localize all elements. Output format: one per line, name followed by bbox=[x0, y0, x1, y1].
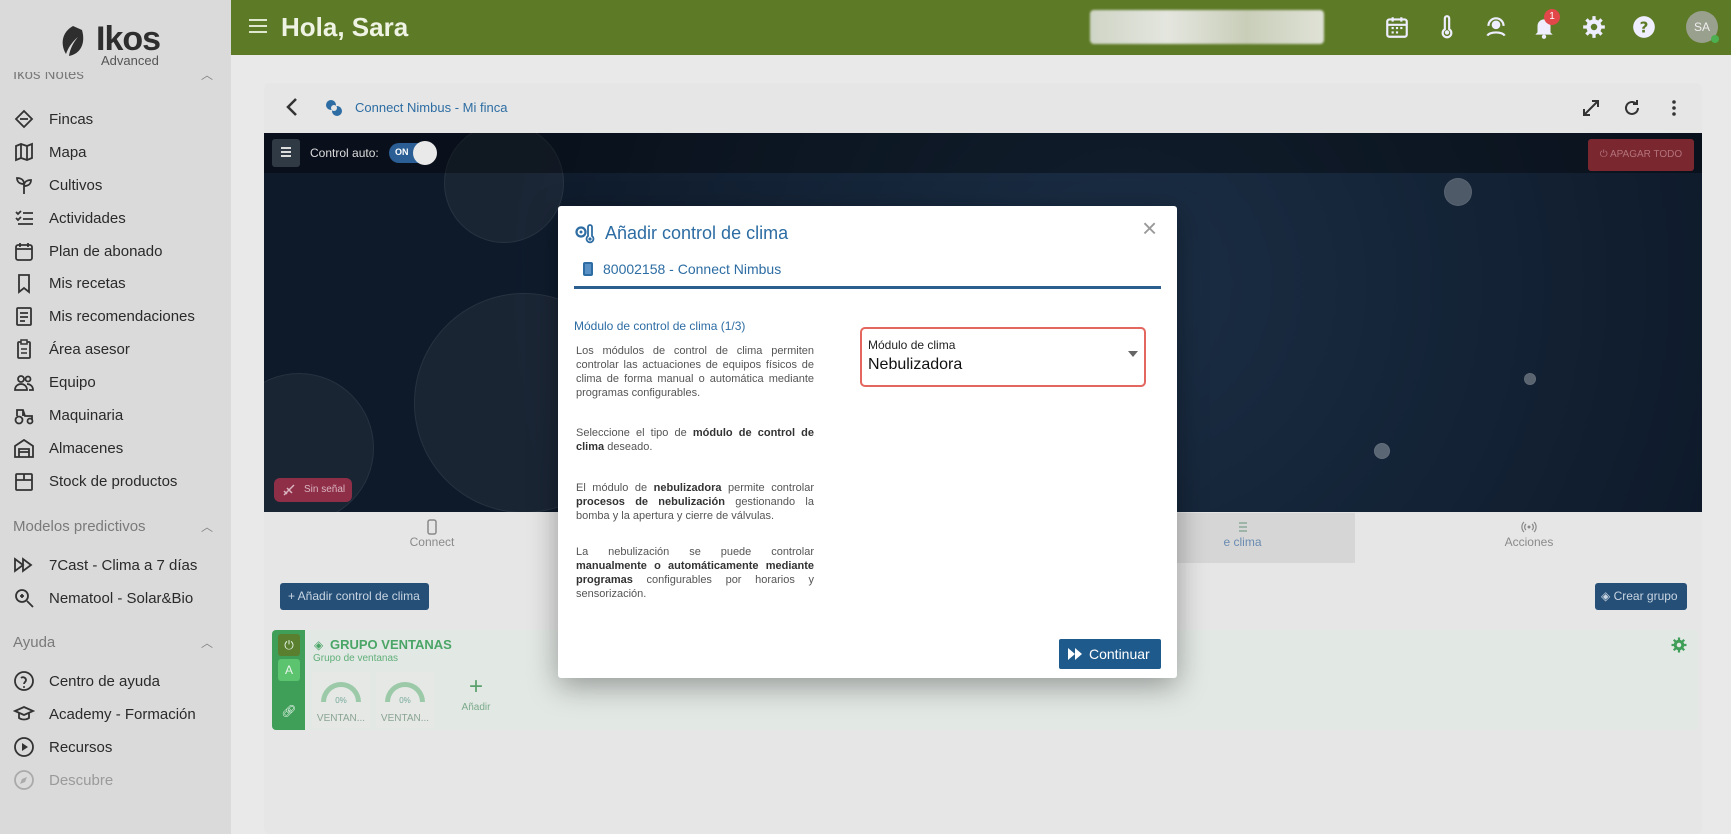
nebulizadora-description: El módulo de nebulizadora permite contro… bbox=[576, 482, 814, 522]
fast-forward-icon bbox=[1068, 648, 1082, 660]
dialog-divider bbox=[574, 286, 1161, 289]
dialog-title: Añadir control de clima bbox=[605, 223, 789, 243]
intro-text: Los módulos de control de clima permiten… bbox=[576, 345, 814, 399]
continue-button[interactable]: Continuar bbox=[1059, 639, 1161, 669]
nebulization-control-text: La nebulización se puede controlar manua… bbox=[576, 546, 814, 600]
dialog-device: 80002158 - Connect Nimbus bbox=[603, 261, 782, 277]
device-icon bbox=[583, 262, 593, 276]
continue-label: Continuar bbox=[1089, 646, 1150, 662]
climate-module-select[interactable]: Módulo de clima Nebulizadora bbox=[860, 327, 1146, 387]
select-instruction: Seleccione el tipo de módulo de control … bbox=[576, 427, 814, 453]
select-label: Módulo de clima bbox=[868, 338, 956, 352]
dropdown-caret-icon bbox=[1128, 351, 1138, 357]
select-value: Nebulizadora bbox=[868, 356, 963, 373]
add-climate-dialog: Añadir control de clima × 80002158 - Con… bbox=[558, 206, 1177, 678]
step-indicator: Módulo de control de clima (1/3) bbox=[574, 319, 746, 333]
climate-settings-icon bbox=[575, 224, 595, 244]
close-icon[interactable]: × bbox=[1142, 215, 1157, 241]
